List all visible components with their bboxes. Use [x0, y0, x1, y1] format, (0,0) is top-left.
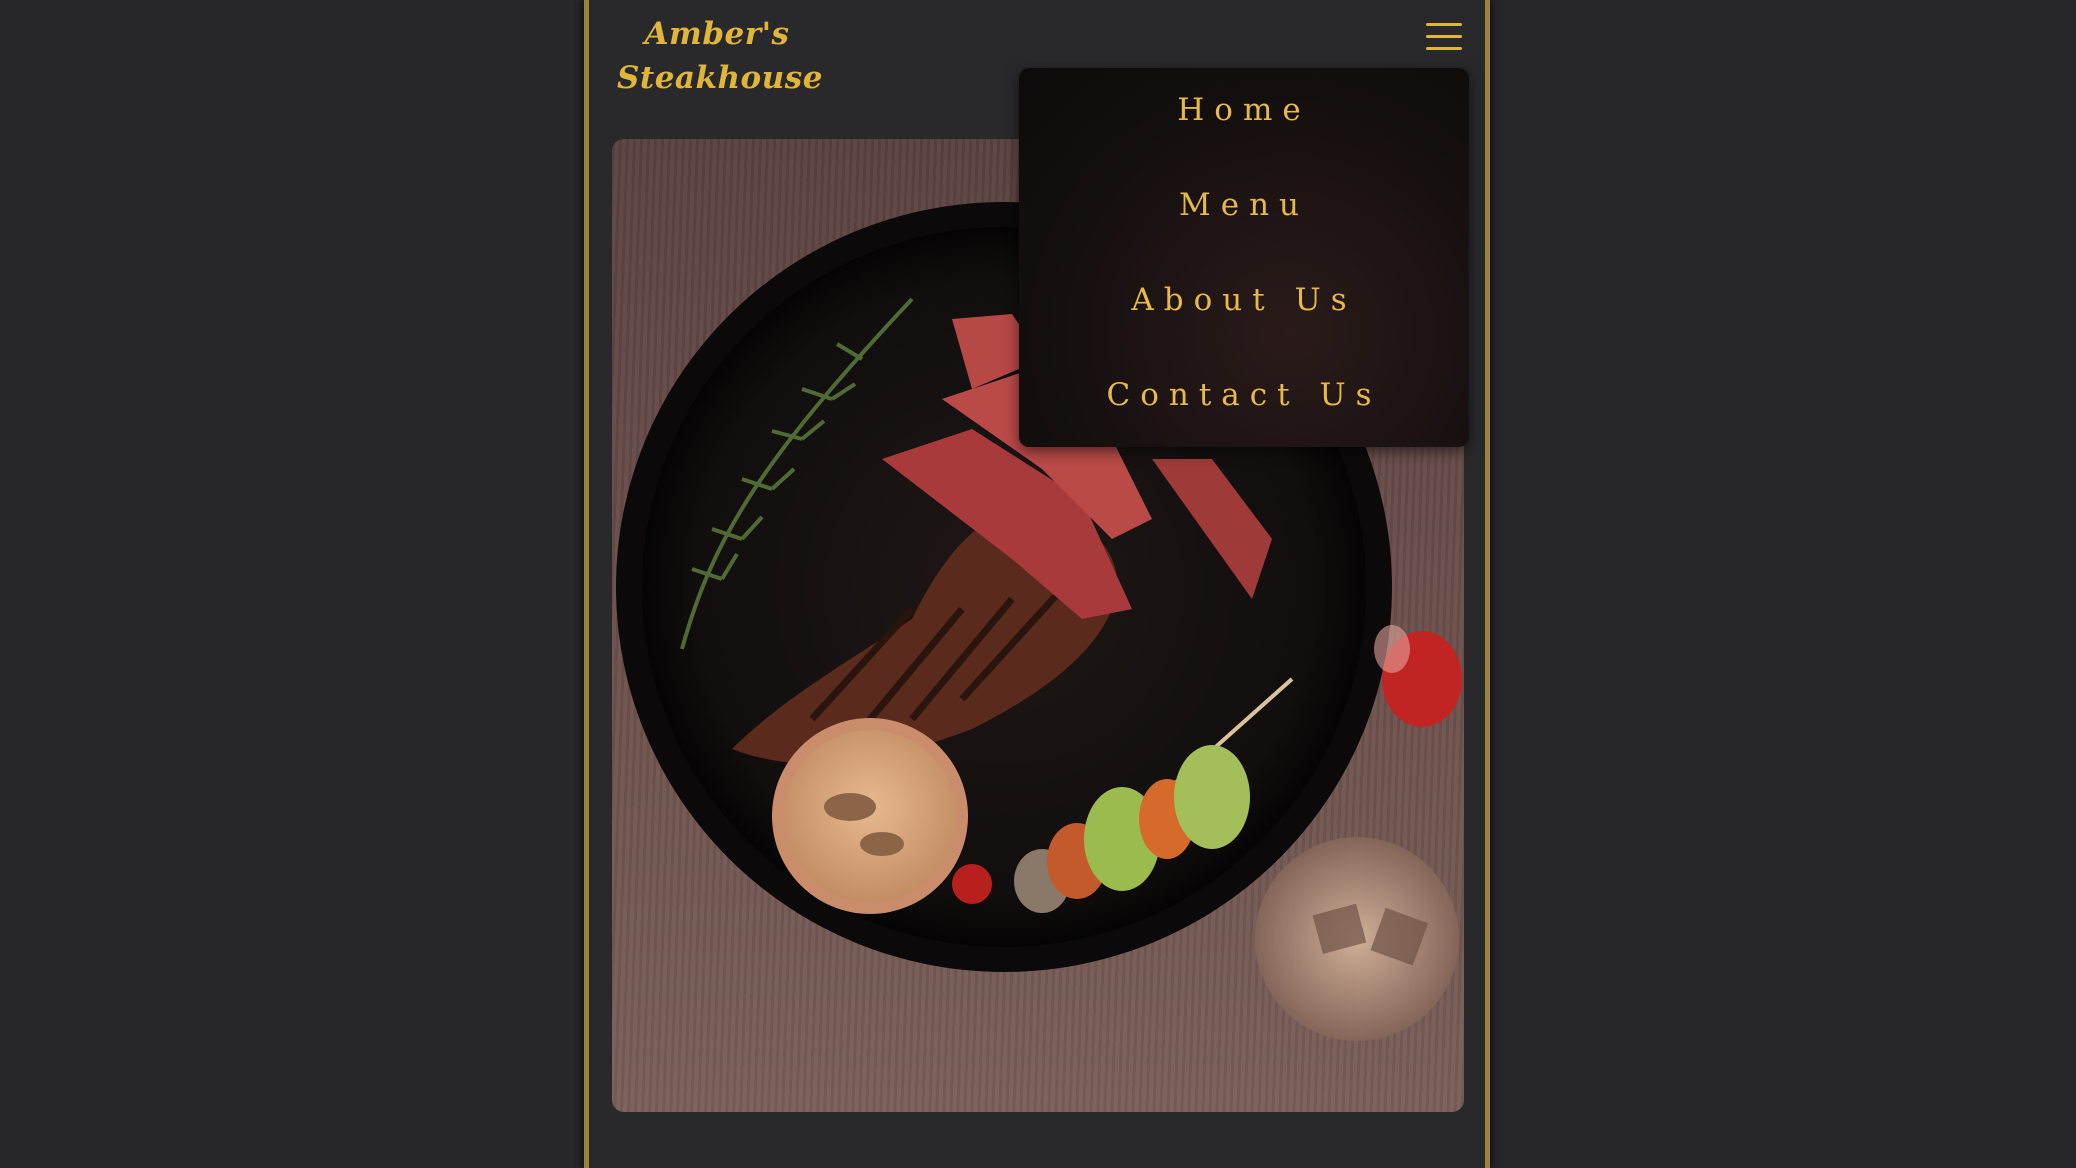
nav-dropdown-menu: Home Menu About Us Contact Us	[1019, 68, 1469, 447]
page-container: Amber's Steakhouse Home Menu About Us Co…	[584, 0, 1490, 1168]
nav-item-home[interactable]: Home	[1019, 92, 1469, 128]
nav-item-menu[interactable]: Menu	[1019, 187, 1469, 223]
hamburger-icon[interactable]	[1426, 22, 1462, 52]
brand-logo[interactable]: Amber's Steakhouse	[617, 12, 823, 100]
hamburger-bar	[1426, 23, 1462, 26]
hamburger-bar	[1426, 47, 1462, 50]
nav-item-contact-us[interactable]: Contact Us	[1019, 377, 1469, 413]
nav-item-about-us[interactable]: About Us	[1019, 282, 1469, 318]
brand-line-2: Steakhouse	[617, 60, 823, 96]
brand-line-1: Amber's	[644, 16, 790, 52]
hamburger-bar	[1426, 35, 1462, 38]
